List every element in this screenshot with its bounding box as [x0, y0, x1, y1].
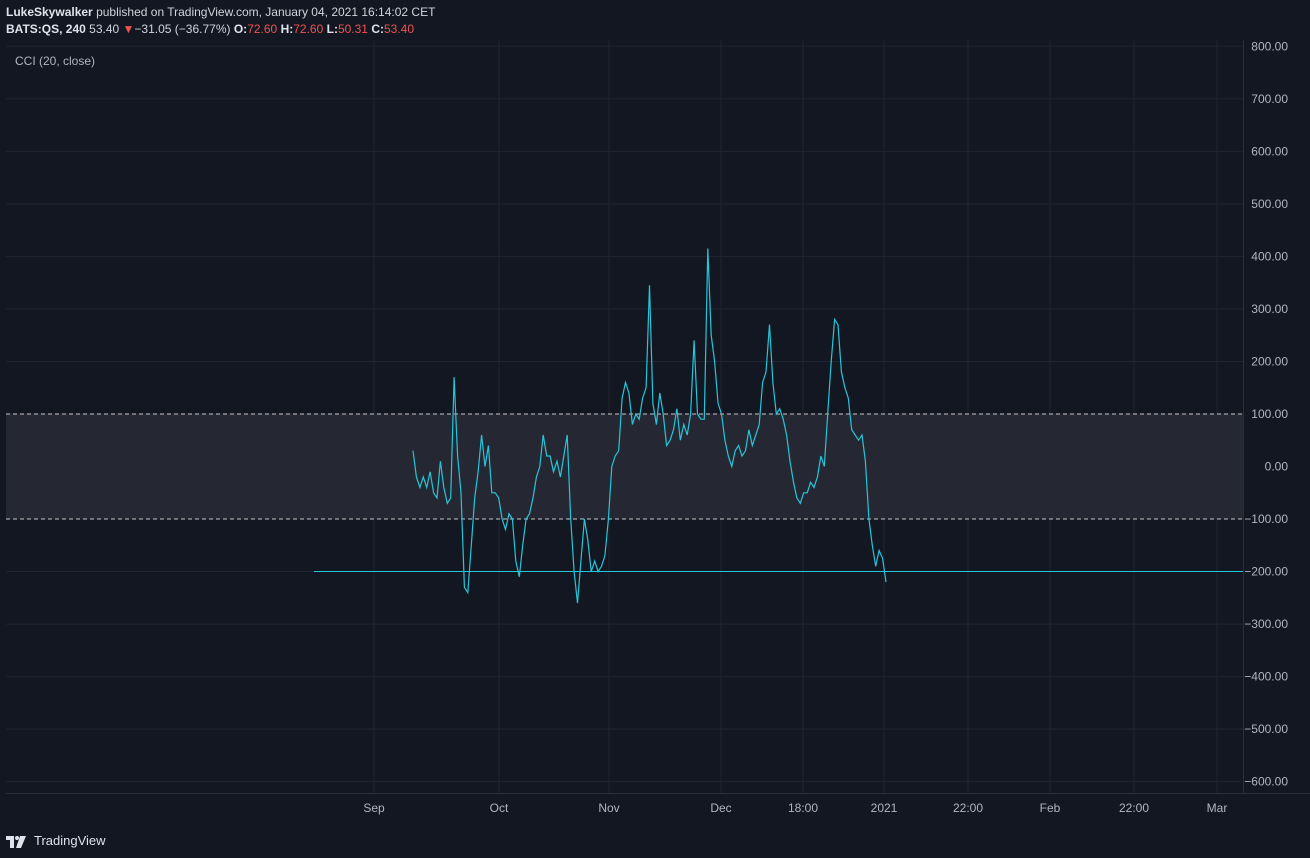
x-tick-label: 2021	[871, 801, 898, 815]
y-tick-label: 600.00	[1251, 144, 1288, 158]
publish-info: published on TradingView.com, January 04…	[96, 5, 436, 19]
y-tick-label: −200.00	[1244, 565, 1288, 579]
y-tick-label: 400.00	[1251, 249, 1288, 263]
x-tick-label: Dec	[710, 801, 731, 815]
x-tick-label: Sep	[363, 801, 385, 815]
high-value: 72.60	[293, 22, 324, 36]
x-tick-label: Nov	[598, 801, 619, 815]
down-arrow-icon: ▼	[122, 22, 135, 36]
y-tick-label: 0.00	[1265, 460, 1289, 474]
indicator-label: CCI (20, close)	[15, 54, 95, 68]
y-tick-label: −400.00	[1244, 670, 1288, 684]
close-label: C:	[371, 22, 384, 36]
open-label: O:	[233, 22, 248, 36]
x-tick-label: 18:00	[788, 801, 818, 815]
brand-name: TradingView	[34, 832, 106, 848]
author-name[interactable]: LukeSkywalker	[6, 5, 93, 19]
x-tick-label: 22:00	[953, 801, 983, 815]
y-tick-label: 200.00	[1251, 354, 1288, 368]
y-tick-label: −100.00	[1244, 512, 1288, 526]
y-tick-label: −600.00	[1244, 775, 1288, 789]
y-axis[interactable]: 800.00 700.00 600.00 500.00 400.00 300.00 200.…	[1244, 39, 1288, 788]
cci-band	[6, 413, 1243, 520]
y-tick-label: 300.00	[1251, 302, 1288, 316]
x-tick-label: 22:00	[1119, 801, 1149, 815]
cci-chart[interactable]: 800.00 700.00 600.00 500.00 400.00 300.00 200.…	[0, 0, 1310, 858]
y-tick-label: 700.00	[1251, 92, 1288, 106]
y-tick-label: 500.00	[1251, 197, 1288, 211]
tradingview-logo[interactable]: TradingView	[6, 830, 106, 850]
chart-header: LukeSkywalker published on TradingView.c…	[6, 4, 435, 38]
x-tick-label: Feb	[1040, 801, 1061, 815]
open-value: 72.60	[247, 22, 278, 36]
y-tick-label: −500.00	[1244, 722, 1288, 736]
last-price: 53.40	[89, 22, 120, 36]
symbol-label: BATS:QS, 240	[6, 22, 86, 36]
high-label: H:	[280, 22, 294, 36]
y-tick-label: 100.00	[1251, 407, 1288, 421]
low-value: 50.31	[337, 22, 368, 36]
x-tick-label: Mar	[1207, 801, 1228, 815]
tradingview-logo-icon	[6, 836, 26, 848]
y-tick-label: 800.00	[1251, 39, 1288, 53]
close-value: 53.40	[383, 22, 415, 36]
price-change: −31.05 (−36.77%)	[134, 22, 231, 36]
y-tick-label: −300.00	[1244, 617, 1288, 631]
x-tick-label: Oct	[490, 801, 509, 815]
x-axis[interactable]: Sep Oct Nov Dec 18:00 2021 22:00 Feb 22:00 Mar	[363, 801, 1227, 815]
low-label: L:	[326, 22, 338, 36]
